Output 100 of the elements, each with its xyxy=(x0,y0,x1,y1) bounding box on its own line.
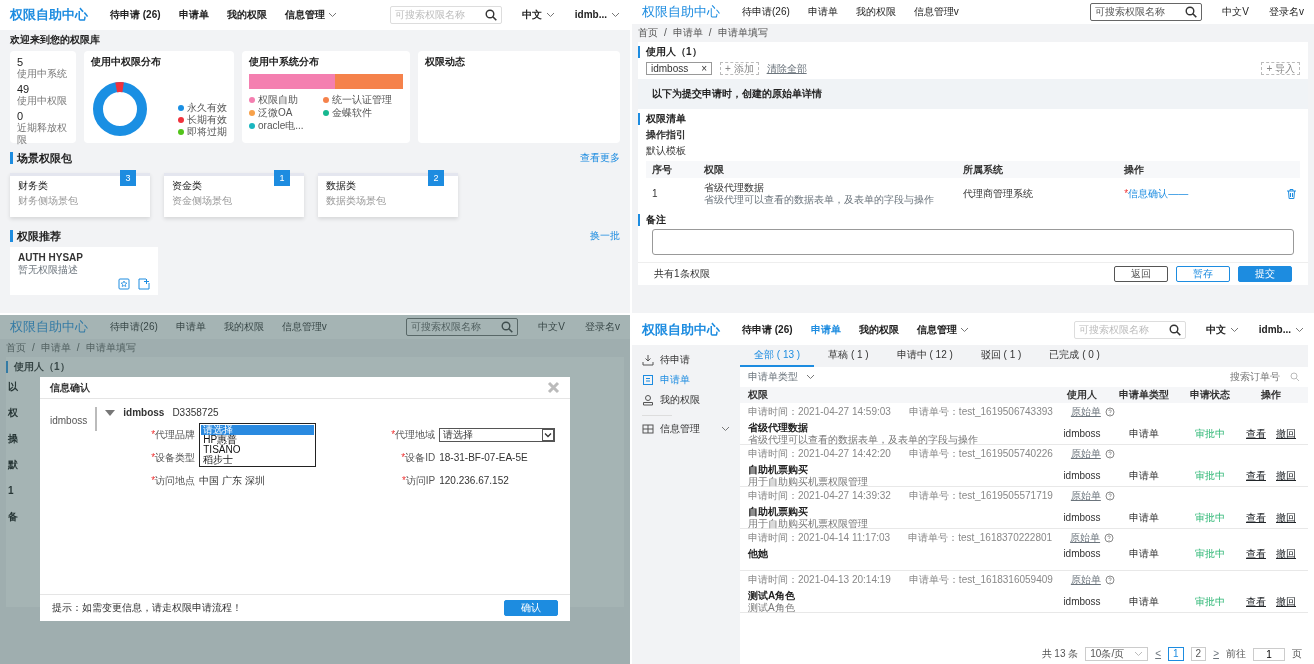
listbox-field[interactable]: 请选择 HP惠普 TISANO 稻步士 xyxy=(199,423,317,467)
column-header: 权限 xyxy=(748,389,769,401)
nav-link[interactable]: 我的权限 xyxy=(858,324,899,336)
tab[interactable]: 已完成 ( 0 ) xyxy=(1035,345,1114,367)
field-value: 120.236.67.152 xyxy=(439,474,509,487)
row-action-link[interactable]: 撤回 xyxy=(1276,596,1296,608)
sidebar-item[interactable]: 待申请 xyxy=(638,353,734,367)
language-dropdown[interactable]: 中文V xyxy=(538,321,565,333)
language-dropdown[interactable]: 中文 xyxy=(521,9,555,21)
nav-link[interactable]: 待申请 (26) xyxy=(742,324,793,336)
row-action-link[interactable]: 查看 xyxy=(1246,512,1266,524)
language-dropdown[interactable]: 中文 xyxy=(1205,324,1239,336)
sidebar-item[interactable]: 信息管理 xyxy=(638,422,734,436)
search-icon[interactable] xyxy=(1185,6,1198,18)
help-icon[interactable] xyxy=(1104,407,1115,417)
close-icon[interactable] xyxy=(547,381,560,394)
status-text: 审批中 xyxy=(1194,428,1226,440)
tab[interactable]: 申请中 ( 12 ) xyxy=(882,345,967,367)
search-field[interactable]: 可搜索权限名称 xyxy=(406,318,519,336)
clear-all-link[interactable]: 清除全部 xyxy=(766,62,807,75)
original-form-link[interactable]: 原始单 xyxy=(1070,406,1101,418)
previous-page-button[interactable]: < xyxy=(1155,648,1162,660)
user-menu[interactable]: idmb... xyxy=(1258,324,1304,336)
user-label: idmboss xyxy=(50,407,98,431)
listbox-option[interactable]: 请选择 xyxy=(201,425,315,435)
language-dropdown[interactable]: 中文V xyxy=(1222,6,1249,18)
tab[interactable]: 草稿 ( 1 ) xyxy=(814,345,883,367)
nav-link[interactable]: 待申请(26) xyxy=(110,321,158,333)
row-action-link[interactable]: 撤回 xyxy=(1276,428,1296,440)
app-title: 权限自助中心 xyxy=(10,319,89,335)
nav-link[interactable]: 申请单 xyxy=(810,324,841,336)
original-form-link[interactable]: 原始单 xyxy=(1070,574,1101,586)
delete-icon[interactable] xyxy=(1286,188,1297,201)
listbox-option[interactable]: TISANO xyxy=(201,445,315,455)
tab[interactable]: 驳回 ( 1 ) xyxy=(966,345,1036,367)
package-card[interactable]: 资金类 资金侧场景包 1 xyxy=(164,173,304,218)
help-icon[interactable] xyxy=(1104,575,1115,585)
help-icon[interactable] xyxy=(1104,491,1115,501)
package-card[interactable]: 数据类 数据类场景包 2 xyxy=(318,173,458,218)
search-field[interactable]: 可搜索权限名称 xyxy=(1090,3,1203,21)
breadcrumb-link[interactable]: 申请单 xyxy=(672,27,703,39)
select-field[interactable]: 请选择 xyxy=(439,427,556,442)
user-menu[interactable]: idmb... xyxy=(574,9,620,21)
nav-link[interactable]: 信息管理v xyxy=(913,6,959,18)
partial-text: 1 xyxy=(8,485,14,497)
listbox-option[interactable]: HP惠普 xyxy=(201,435,315,445)
action-button[interactable]: 返回 xyxy=(1114,266,1168,282)
nav-link[interactable]: 信息管理 xyxy=(916,324,969,336)
next-page-button[interactable]: > xyxy=(1213,648,1219,660)
page-number[interactable]: 1 xyxy=(1168,647,1184,661)
type-filter-dropdown[interactable]: 申请单类型 xyxy=(748,371,815,383)
add-icon[interactable] xyxy=(138,278,150,291)
row-action-link[interactable]: 撤回 xyxy=(1276,512,1296,524)
add-button[interactable]: + 添加 xyxy=(720,62,759,75)
page-size-dropdown[interactable]: 10条/页 xyxy=(1085,647,1149,661)
remarks-field[interactable] xyxy=(652,229,1294,255)
favorite-icon[interactable] xyxy=(118,278,130,291)
help-icon[interactable] xyxy=(1104,533,1115,543)
user-menu[interactable]: 登录名v xyxy=(1269,6,1304,18)
search-icon[interactable] xyxy=(484,9,497,21)
original-form-link[interactable]: 原始单 xyxy=(1070,490,1101,502)
page-number[interactable]: 2 xyxy=(1190,647,1207,661)
sidebar-item[interactable]: 我的权限 xyxy=(638,393,734,407)
nav-link[interactable]: 信息管理v xyxy=(281,321,327,333)
request-time: 申请时间：2021-04-27 14:59:03 xyxy=(748,406,891,418)
remove-icon[interactable]: × xyxy=(701,62,707,75)
nav-link[interactable]: 我的权限 xyxy=(226,9,267,21)
nav-link[interactable]: 申请单 xyxy=(807,6,838,18)
row-action-link[interactable]: 撤回 xyxy=(1276,470,1296,482)
nav-link[interactable]: 待申请 (26) xyxy=(110,9,161,21)
help-icon[interactable] xyxy=(1104,449,1115,459)
original-form-link[interactable]: 原始单 xyxy=(1070,448,1101,460)
row-action-link[interactable]: 查看 xyxy=(1246,596,1266,608)
action-button[interactable]: 暂存 xyxy=(1176,266,1230,282)
row-action-link[interactable]: 撤回 xyxy=(1276,548,1296,560)
user-tag[interactable]: idmboss × xyxy=(646,62,712,75)
import-button[interactable]: + 导入 xyxy=(1261,62,1300,75)
info-confirm-link[interactable]: *信息确认—— xyxy=(1124,188,1189,199)
page-jump-field[interactable]: 1 xyxy=(1253,647,1285,661)
confirm-button[interactable]: 确认 xyxy=(504,600,558,616)
package-card[interactable]: 财务类 财务侧场景包 3 xyxy=(10,173,150,218)
user-menu[interactable]: 登录名v xyxy=(585,321,620,333)
search-icon[interactable] xyxy=(1168,324,1181,336)
row-action-link[interactable]: 查看 xyxy=(1246,470,1266,482)
caret-icon[interactable] xyxy=(105,409,116,417)
nav-link[interactable]: 信息管理 xyxy=(284,9,337,21)
listbox-option[interactable]: 稻步士 xyxy=(201,455,315,465)
original-form-link[interactable]: 原始单 xyxy=(1070,532,1101,544)
breadcrumb-link[interactable]: 首页 xyxy=(638,27,658,39)
nav-link[interactable]: 申请单 xyxy=(178,9,209,21)
nav-link[interactable]: 待申请(26) xyxy=(742,6,790,18)
row-action-link[interactable]: 查看 xyxy=(1246,548,1266,560)
row-action-link[interactable]: 查看 xyxy=(1246,428,1266,440)
permission-name: 测试A角色 xyxy=(748,590,797,602)
nav-link[interactable]: 我的权限 xyxy=(855,6,896,18)
account-name: idmboss xyxy=(123,407,165,419)
permission-name: 省级代理数据 xyxy=(704,182,765,194)
nav-link[interactable]: 申请单 xyxy=(175,321,206,333)
action-button[interactable]: 提交 xyxy=(1238,266,1292,282)
nav-link[interactable]: 我的权限 xyxy=(223,321,264,333)
